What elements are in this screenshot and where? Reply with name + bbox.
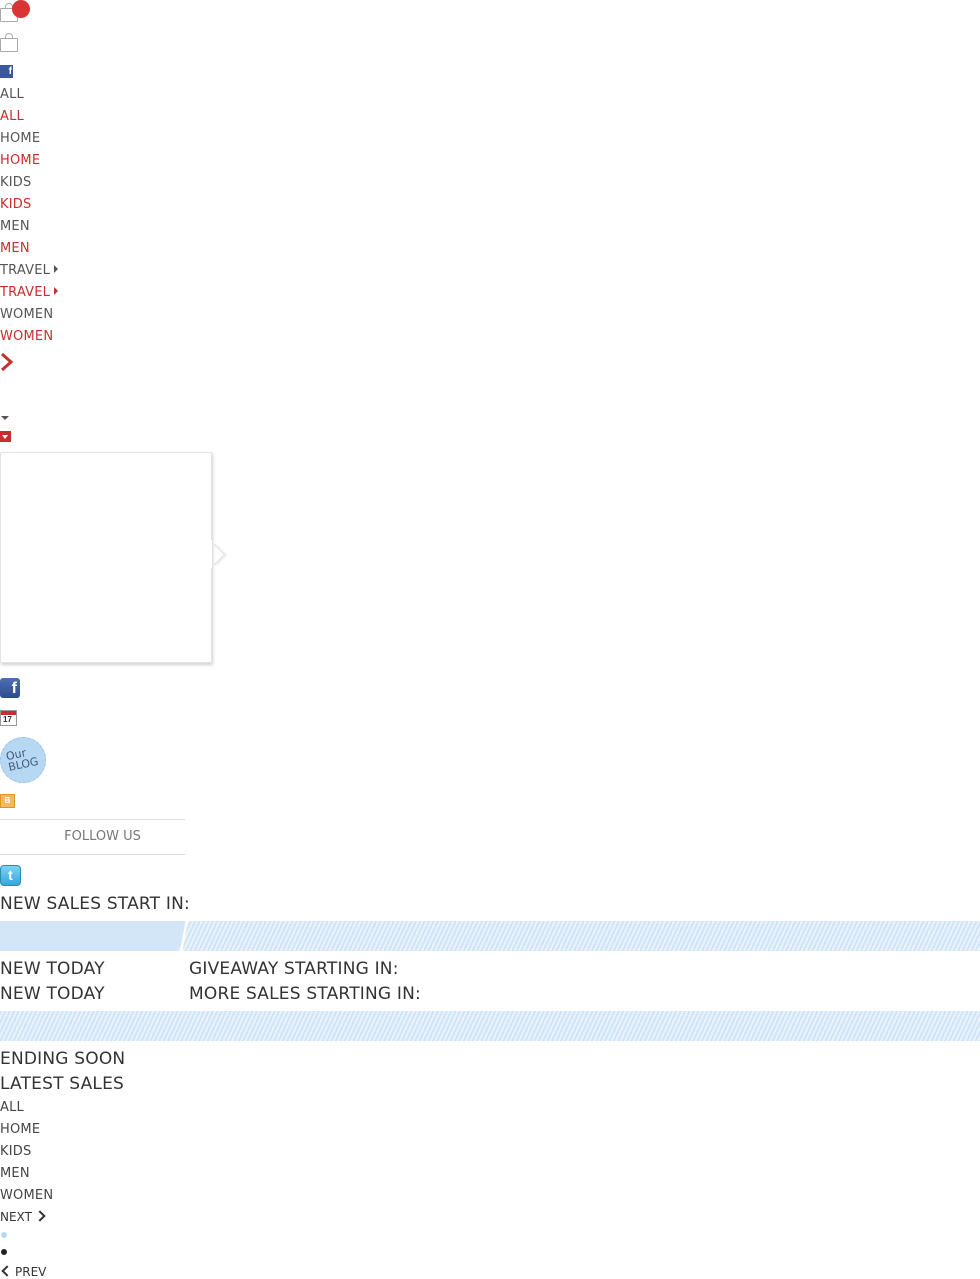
blogger-icon[interactable]: B <box>0 794 15 808</box>
dropdown-caret-icon[interactable] <box>1 416 9 420</box>
filter-home[interactable]: HOME <box>0 1122 40 1138</box>
calendar-icon[interactable]: 17 <box>0 710 17 726</box>
giveaway-starting-heading: GIVEAWAY STARTING IN: <box>189 959 399 979</box>
nav-item-men-active[interactable]: MEN <box>0 241 30 257</box>
chevron-left-icon <box>1 1265 13 1277</box>
nav-item-travel-active[interactable]: TRAVEL <box>0 285 59 301</box>
nav-item-home[interactable]: HOME <box>0 131 40 147</box>
filter-kids[interactable]: KIDS <box>0 1144 31 1160</box>
nav-item-kids[interactable]: KIDS <box>0 175 31 191</box>
popup-arrow-cover <box>205 540 212 568</box>
nav-item-women-active[interactable]: WOMEN <box>0 329 53 345</box>
new-today-heading: NEW TODAY <box>0 959 105 979</box>
ending-soon-heading: ENDING SOON <box>0 1049 126 1069</box>
popup-panel <box>0 452 212 663</box>
caret-right-icon <box>54 265 59 273</box>
caret-right-icon <box>54 287 59 295</box>
new-sales-start-heading: NEW SALES START IN: <box>0 894 190 914</box>
calendar-day: 17 <box>3 715 12 724</box>
follow-us-label: FOLLOW US <box>0 819 185 855</box>
blog-badge-text: Our BLOG <box>5 745 40 774</box>
chevron-right-icon[interactable] <box>0 352 14 372</box>
pager-dot[interactable] <box>1 1232 7 1238</box>
next-button[interactable]: NEXT <box>0 1210 46 1224</box>
twitter-icon[interactable]: t <box>0 865 21 886</box>
nav-item-all[interactable]: ALL <box>0 87 24 103</box>
pager-dot-active[interactable] <box>1 1249 7 1255</box>
countdown-stripe-highlight <box>0 921 188 951</box>
filter-women[interactable]: WOMEN <box>0 1188 53 1204</box>
countdown-stripe-2 <box>0 1011 980 1041</box>
nav-item-women[interactable]: WOMEN <box>0 307 53 323</box>
nav-item-all-active[interactable]: ALL <box>0 109 24 125</box>
nav-item-travel[interactable]: TRAVEL <box>0 263 59 279</box>
chevron-right-icon <box>34 1210 46 1222</box>
dropdown-caret-active-icon[interactable] <box>0 431 11 442</box>
latest-sales-heading: LATEST SALES <box>0 1074 125 1094</box>
facebook-icon[interactable]: f <box>0 678 20 698</box>
facebook-icon[interactable]: f <box>0 65 13 78</box>
next-label: NEXT <box>0 1210 32 1224</box>
filter-all[interactable]: ALL <box>0 1100 24 1116</box>
blog-badge[interactable]: Our BLOG <box>0 737 46 783</box>
nav-item-home-active[interactable]: HOME <box>0 153 40 169</box>
nav-item-kids-active[interactable]: KIDS <box>0 197 31 213</box>
filter-men[interactable]: MEN <box>0 1166 30 1182</box>
new-today-heading-2: NEW TODAY <box>0 984 105 1004</box>
more-sales-starting-heading: MORE SALES STARTING IN: <box>189 984 421 1004</box>
shopping-bag-icon[interactable] <box>0 33 18 52</box>
nav-item-men[interactable]: MEN <box>0 219 30 235</box>
cart-badge <box>12 0 30 18</box>
